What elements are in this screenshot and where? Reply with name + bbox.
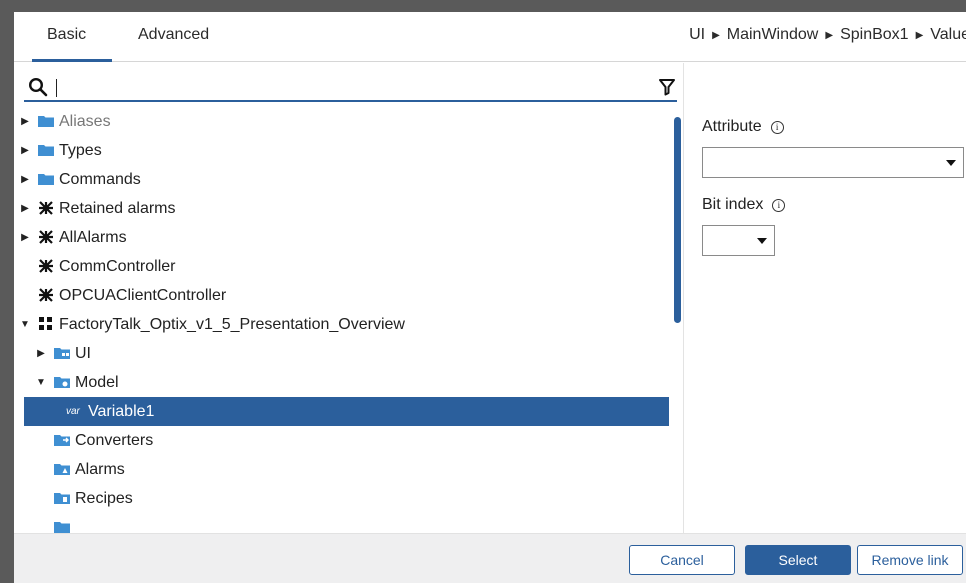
tree-item-types[interactable]: ▶ Types	[14, 136, 669, 165]
recipes-folder-icon	[54, 493, 70, 504]
tree-item-label: CommController	[59, 258, 176, 275]
tree-item-ui[interactable]: ▶ UI	[14, 339, 669, 368]
tree-item-model[interactable]: ▼ Model	[14, 368, 669, 397]
tree-item-project[interactable]: ▼ FactoryTalk_Optix_v1_5_Presentation_Ov…	[14, 310, 669, 339]
tree-item-label: Alarms	[75, 461, 125, 478]
expand-arrow-icon[interactable]: ▶	[19, 107, 31, 136]
text-cursor	[56, 79, 57, 97]
cancel-button[interactable]: Cancel	[629, 545, 735, 575]
breadcrumb-item: SpinBox1	[840, 26, 909, 43]
alarm-object-icon	[39, 201, 53, 215]
tree-item-label: Aliases	[59, 113, 111, 130]
tab-advanced[interactable]: Advanced	[134, 12, 236, 62]
tree-item-label: Variable1	[88, 403, 155, 420]
info-icon[interactable]: i	[770, 121, 784, 134]
tree-item-recipes[interactable]: Recipes	[14, 484, 669, 513]
tree-scrollbar[interactable]	[674, 117, 681, 323]
project-icon	[39, 317, 52, 330]
tree-item-allalarms[interactable]: ▶ AllAlarms	[14, 223, 669, 252]
node-browser-panel: ▶ Aliases ▶ Types ▶ Commands ▶ Retained …	[14, 63, 684, 533]
tree-item-label: FactoryTalk_Optix_v1_5_Presentation_Over…	[59, 316, 405, 333]
tree-item-alarms[interactable]: Alarms	[14, 455, 669, 484]
tree-item-label: Converters	[75, 432, 154, 449]
tree-item-aliases[interactable]: ▶ Aliases	[14, 107, 669, 136]
bit-index-dropdown[interactable]	[702, 225, 775, 256]
tree-item-label: Retained alarms	[59, 200, 176, 217]
tree-item-converters[interactable]: Converters	[14, 426, 669, 455]
tree-item-commands[interactable]: ▶ Commands	[14, 165, 669, 194]
breadcrumb-separator-icon: ▶	[825, 30, 834, 41]
search-input[interactable]	[54, 75, 634, 99]
expand-arrow-icon[interactable]: ▶	[19, 136, 31, 165]
model-folder-icon	[54, 377, 70, 388]
search-icon	[28, 77, 48, 97]
bit-index-label: Bit index i	[702, 196, 786, 214]
tree-item-variable1[interactable]: var Variable1	[24, 397, 669, 426]
tab-bar: Basic Advanced UI ▶ MainWindow ▶ SpinBox1 ▶ Va…	[14, 12, 966, 62]
tree-item-label: Model	[75, 374, 119, 391]
folder-icon	[38, 145, 54, 156]
tree-item-label: Types	[59, 142, 102, 159]
expand-arrow-icon[interactable]: ▶	[19, 165, 31, 194]
tab-basic[interactable]: Basic	[32, 12, 112, 62]
breadcrumb-separator-icon: ▶	[712, 30, 720, 41]
collapse-arrow-icon[interactable]: ▼	[19, 310, 31, 339]
tree-item-opcuaclientcontroller[interactable]: OPCUAClientController	[14, 281, 669, 310]
select-button[interactable]: Select	[745, 545, 851, 575]
select-link-dialog: Basic Advanced UI ▶ MainWindow ▶ SpinBox1 ▶ Va…	[14, 12, 966, 583]
tree-item-label: Commands	[59, 171, 141, 188]
tree-item-partial[interactable]	[14, 513, 669, 533]
tree-item-retained-alarms[interactable]: ▶ Retained alarms	[14, 194, 669, 223]
ui-folder-icon	[54, 348, 70, 359]
attribute-dropdown[interactable]	[702, 147, 964, 178]
tree-item-label: UI	[75, 345, 91, 362]
remove-link-button[interactable]: Remove link	[857, 545, 963, 575]
folder-icon	[38, 174, 54, 185]
folder-icon	[38, 116, 54, 127]
breadcrumb-separator-icon: ▶	[915, 30, 924, 41]
tree-item-label: OPCUAClientController	[59, 287, 227, 304]
tree-item-commcontroller[interactable]: CommController	[14, 252, 669, 281]
chevron-down-icon	[757, 238, 767, 244]
variable-icon: var	[66, 406, 80, 417]
folder-icon	[54, 522, 70, 533]
collapse-arrow-icon[interactable]: ▼	[35, 368, 47, 397]
breadcrumb: UI ▶ MainWindow ▶ SpinBox1 ▶ Value	[689, 12, 966, 62]
expand-arrow-icon[interactable]: ▶	[19, 223, 31, 252]
info-icon[interactable]: i	[772, 199, 786, 212]
converters-folder-icon	[54, 435, 70, 446]
expand-arrow-icon[interactable]: ▶	[19, 194, 31, 223]
chevron-down-icon	[946, 160, 956, 166]
link-properties-panel: Attribute i Bit index i	[685, 63, 966, 533]
filter-icon[interactable]	[659, 78, 675, 96]
search-bar	[24, 72, 677, 102]
alarm-object-icon	[39, 288, 53, 302]
alarm-object-icon	[39, 259, 53, 273]
dialog-footer: Cancel Select Remove link	[14, 533, 966, 583]
breadcrumb-item: Value	[930, 26, 966, 43]
tree-item-label: AllAlarms	[59, 229, 127, 246]
node-tree: ▶ Aliases ▶ Types ▶ Commands ▶ Retained …	[14, 107, 674, 533]
breadcrumb-item: UI	[689, 26, 706, 43]
attribute-label: Attribute i	[702, 118, 784, 136]
alarms-folder-icon	[54, 464, 70, 475]
breadcrumb-item: MainWindow	[726, 26, 819, 43]
tree-item-label: Recipes	[75, 490, 133, 507]
alarm-object-icon	[39, 230, 53, 244]
expand-arrow-icon[interactable]: ▶	[35, 339, 47, 368]
